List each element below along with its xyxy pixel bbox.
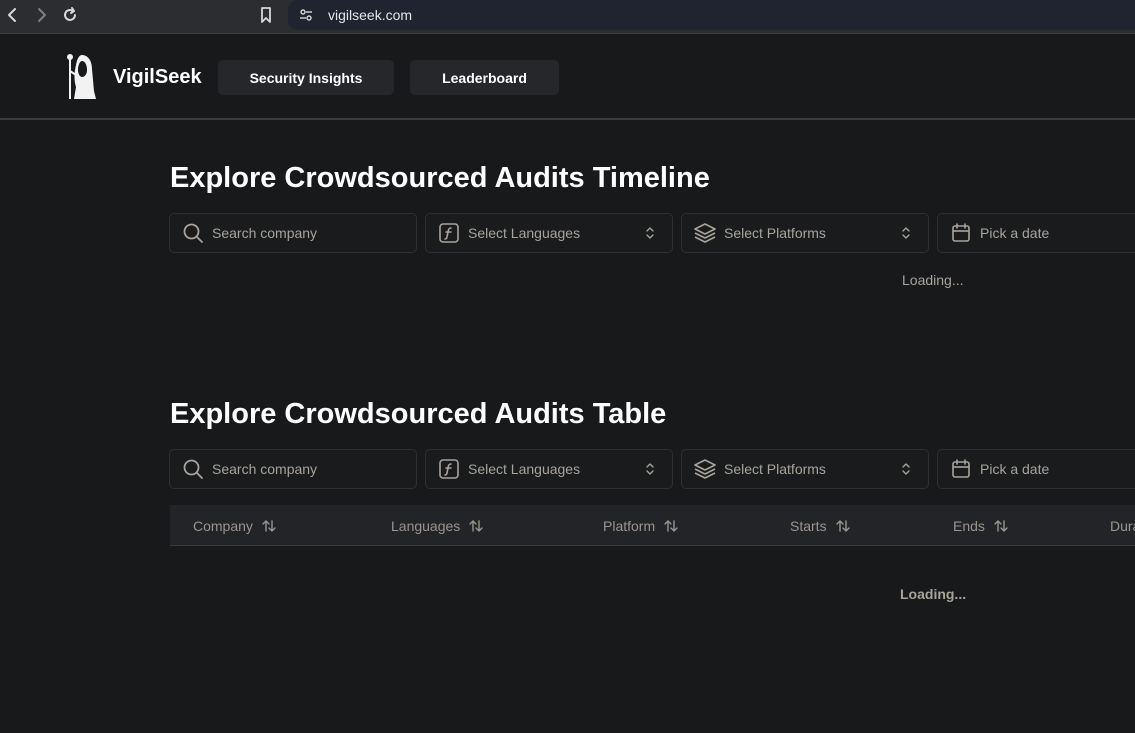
column-header-platform[interactable]: Platform [603,505,679,546]
chevrons-up-down-icon [902,463,910,475]
timeline-search-placeholder: Search company [212,225,318,241]
layers-icon [694,222,716,244]
sort-icon [994,519,1008,532]
url-text: vigilseek.com [328,7,413,23]
timeline-date-label: Pick a date [980,225,1050,241]
table-loading-text: Loading... [900,586,967,602]
reload-button[interactable] [59,4,81,26]
chevrons-up-down-icon [646,227,654,239]
bookmark-icon [261,7,271,23]
chevron-right-icon [38,8,46,22]
nav-security-insights[interactable]: Security Insights [218,60,394,95]
timeline-platforms-select[interactable]: Select Platforms [681,213,929,253]
timeline-title: Explore Crowdsourced Audits Timeline [170,162,710,194]
table-languages-label: Select Languages [468,461,581,477]
sort-icon [835,519,850,532]
column-header-duration[interactable]: Dura [1110,505,1135,546]
timeline-languages-label: Select Languages [468,225,581,241]
column-header-ends[interactable]: Ends [953,505,1009,546]
table-date-label: Pick a date [980,461,1050,477]
search-icon [182,458,204,480]
timeline-platforms-label: Select Platforms [724,225,826,241]
timeline-languages-select[interactable]: Select Languages [425,213,673,253]
brand-name[interactable]: VigilSeek [113,66,202,89]
sort-icon [469,519,483,532]
back-button[interactable] [2,4,24,26]
app-header: VigilSeek Security Insights Leaderboard [0,35,1135,120]
chevron-left-icon [8,8,16,22]
column-header-company[interactable]: Company [193,505,277,546]
table-header: Company Languages Platform Starts Ends D… [170,505,1135,546]
table-platforms-select[interactable]: Select Platforms [681,449,929,489]
chevrons-up-down-icon [646,463,654,475]
function-icon [438,458,460,480]
function-icon [438,222,460,244]
reload-icon [64,7,76,21]
layers-icon [694,458,716,480]
sort-icon [664,519,678,532]
table-platforms-label: Select Platforms [724,461,826,477]
site-settings-icon[interactable] [298,7,314,23]
timeline-loading-text: Loading... [902,272,964,288]
search-icon [182,222,204,244]
column-header-starts[interactable]: Starts [790,505,851,546]
address-bar[interactable]: vigilseek.com [288,0,1135,30]
sort-icon [262,519,276,532]
hooded-figure-logo-icon[interactable] [64,51,98,101]
table-search-placeholder: Search company [212,461,318,477]
nav-leaderboard[interactable]: Leaderboard [410,60,559,95]
forward-button[interactable] [30,4,52,26]
timeline-search-input[interactable]: Search company [169,213,417,253]
table-title: Explore Crowdsourced Audits Table [170,398,667,430]
calendar-icon [950,458,972,480]
bookmark-button[interactable] [255,4,277,26]
table-search-input[interactable]: Search company [169,449,417,489]
table-date-picker[interactable]: Pick a date [937,449,1135,489]
browser-toolbar: vigilseek.com [0,0,1135,34]
calendar-icon [950,222,972,244]
timeline-date-picker[interactable]: Pick a date [937,213,1135,253]
column-header-languages[interactable]: Languages [391,505,484,546]
chevrons-up-down-icon [902,227,910,239]
table-languages-select[interactable]: Select Languages [425,449,673,489]
